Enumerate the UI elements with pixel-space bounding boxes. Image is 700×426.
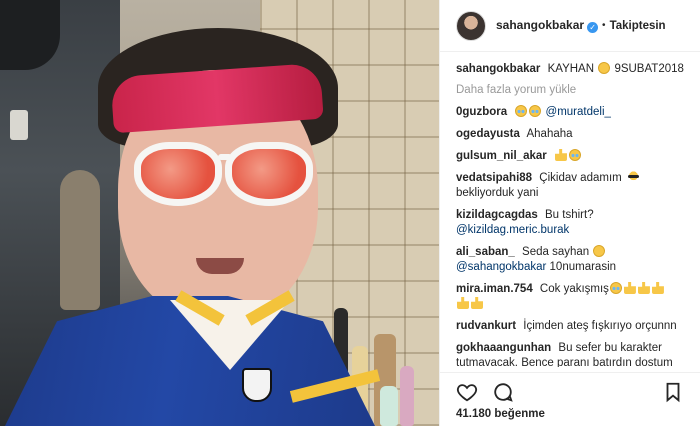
list-item: gulsum_nil_akar — [456, 149, 684, 164]
comment-username[interactable]: ali_saban_ — [456, 246, 515, 258]
thumbs-up-emoji-icon — [554, 149, 567, 161]
comment-list: sahangokbakar KAYHAN 9SUBAT2018 Daha faz… — [440, 62, 700, 367]
list-item: rudvankurt İçimden ateş fışkırıyo orçunn… — [456, 319, 684, 334]
comment-username[interactable]: ogedayusta — [456, 128, 520, 140]
comment-username[interactable]: kizildagcagdas — [456, 209, 538, 221]
laughing-emoji-icon — [568, 149, 581, 161]
studio-light — [10, 110, 28, 140]
comment-text: Bu tshirt? — [545, 209, 594, 221]
list-item: mira.iman.754 Cok yakışmış — [456, 282, 684, 312]
left-sunglass-lens — [134, 142, 222, 206]
comment-text: Seda sayhan — [522, 246, 590, 258]
comment-username[interactable]: rudvankurt — [456, 320, 516, 332]
comment-text: Çikidav adamım — [539, 172, 622, 184]
post-header: sahangokbakar ✓ • Takiptesin — [440, 0, 700, 52]
sunglasses-emoji-icon — [626, 171, 640, 183]
background-person — [60, 170, 100, 310]
laughing-emoji-icon — [529, 105, 542, 117]
comment-text: Ahahaha — [526, 128, 573, 140]
separator-dot: • — [602, 20, 606, 31]
comment-mention[interactable]: @sahangokbakar — [456, 261, 546, 273]
comment-text-continued: 10numarasin — [549, 261, 617, 273]
avatar[interactable] — [456, 10, 486, 41]
comment-text: Cok yakışmış — [539, 283, 609, 295]
action-bar — [440, 372, 700, 402]
load-more-comments-button[interactable]: Daha fazla yorum yükle — [456, 84, 684, 96]
post-details-panel: sahangokbakar ✓ • Takiptesin sahangokbaka… — [439, 0, 700, 426]
post-photo[interactable] — [0, 0, 439, 426]
thumbs-up-emoji-icon — [623, 282, 636, 294]
list-item: gokhaaangunhan Bu sefer bu karakter tutm… — [456, 341, 684, 367]
comment-username[interactable]: gokhaaangunhan — [456, 342, 551, 354]
thumbs-up-emoji-icon — [471, 297, 483, 309]
smile-emoji-icon — [593, 245, 606, 257]
caption-username[interactable]: sahangokbakar — [456, 63, 540, 75]
comment-text-continued: bekliyorduk yani — [456, 187, 539, 199]
sunglasses-bridge — [218, 154, 232, 160]
comment-username[interactable]: vedatsipahi88 — [456, 172, 532, 184]
comment-username[interactable]: 0guzbora — [456, 106, 507, 118]
caption: sahangokbakar KAYHAN 9SUBAT2018 — [456, 62, 684, 77]
comment-mention[interactable]: @kizildag.meric.burak — [456, 224, 569, 236]
list-item: vedatsipahi88 Çikidav adamım bekliyorduk… — [456, 171, 684, 201]
thumbs-up-emoji-icon — [457, 297, 469, 309]
bookmark-icon[interactable] — [662, 381, 684, 403]
comment-text: Bu sefer bu karakter — [558, 342, 662, 354]
comment-mention[interactable]: @muratdeli_ — [546, 106, 611, 118]
comment-username[interactable]: gulsum_nil_akar — [456, 150, 547, 162]
list-item: kizildagcagdas Bu tshirt? @kizildag.meri… — [456, 208, 684, 238]
caption-tag: 9SUBAT2018 — [614, 63, 684, 75]
comment-bubble-icon[interactable] — [492, 381, 514, 403]
header-username[interactable]: sahangokbakar ✓ — [496, 18, 599, 33]
likes-count[interactable]: 41.180 beğenme — [456, 408, 545, 420]
follow-status-button[interactable]: Takiptesin — [610, 20, 666, 32]
comment-text-continued: tutmavacak. Bence paranı batırdın dostum — [456, 357, 673, 367]
laughing-emoji-icon — [609, 282, 622, 294]
comment-username[interactable]: mira.iman.754 — [456, 283, 533, 295]
nhl-logo — [242, 368, 272, 402]
right-sunglass-lens — [225, 142, 313, 206]
laughing-emoji-icon — [515, 105, 528, 117]
emoji-icon — [598, 62, 611, 74]
list-item: ali_saban_ Seda sayhan @sahangokbakar 10… — [456, 245, 684, 275]
verified-badge-icon: ✓ — [587, 22, 599, 33]
comment-text: İçimden ateş fışkırıyo orçunnn — [523, 320, 677, 332]
thumbs-up-emoji-icon — [637, 282, 650, 294]
caption-text: KAYHAN — [547, 63, 595, 75]
heart-icon[interactable] — [456, 381, 478, 403]
list-item: ogedayusta Ahahaha — [456, 127, 684, 142]
thumbs-up-emoji-icon — [651, 282, 664, 294]
list-item: 0guzbora @muratdeli_ — [456, 105, 684, 120]
